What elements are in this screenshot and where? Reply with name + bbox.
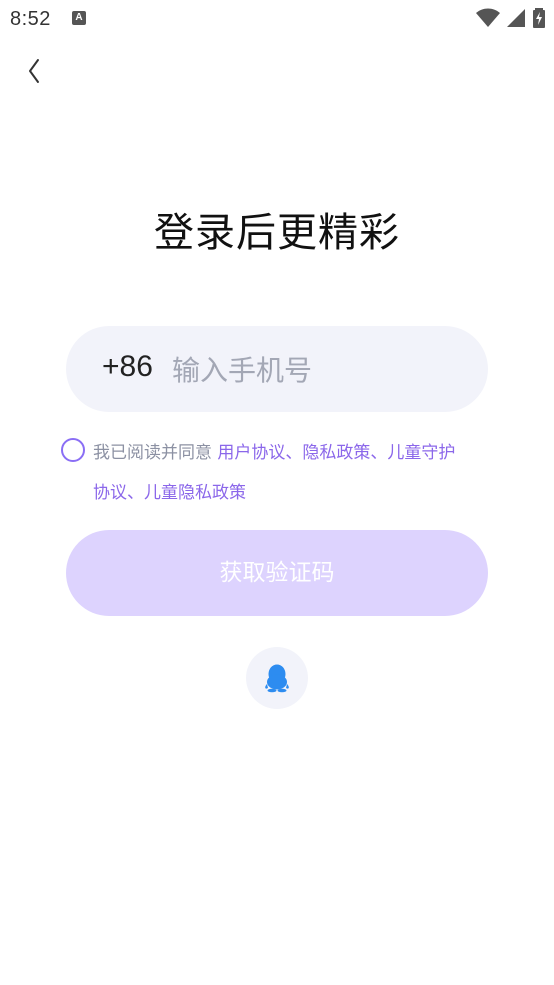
phone-input[interactable] bbox=[170, 346, 464, 394]
agreement-line-2: 协议、儿童隐私政策 bbox=[93, 481, 246, 505]
page-title: 登录后更精彩 bbox=[154, 210, 400, 256]
separator: 、 bbox=[370, 443, 388, 463]
child-privacy-policy-link[interactable]: 儿童隐私政策 bbox=[144, 483, 246, 503]
qq-login-button[interactable] bbox=[246, 647, 308, 709]
a-letter-icon: A bbox=[72, 11, 86, 25]
battery-charging-icon bbox=[533, 8, 545, 28]
child-protection-agreement-link-cont[interactable]: 协议 bbox=[93, 483, 127, 503]
agreement-line-1: 我已阅读并同意 用户协议、隐私政策、儿童守护 bbox=[93, 441, 455, 465]
back-button[interactable] bbox=[20, 54, 52, 90]
phone-input-container[interactable]: +86 bbox=[66, 326, 488, 412]
status-time: 8:52 bbox=[10, 8, 51, 30]
agree-checkbox[interactable] bbox=[61, 438, 85, 462]
get-verification-code-button[interactable]: 获取验证码 bbox=[66, 530, 488, 616]
user-agreement-link[interactable]: 用户协议 bbox=[217, 443, 285, 463]
separator: 、 bbox=[285, 443, 303, 463]
privacy-policy-link[interactable]: 隐私政策 bbox=[302, 443, 370, 463]
separator: 、 bbox=[127, 483, 144, 503]
country-code[interactable]: +86 bbox=[102, 350, 153, 384]
wifi-icon bbox=[475, 8, 500, 27]
qq-penguin-icon bbox=[265, 664, 289, 693]
status-bar: 8:52 A bbox=[0, 0, 554, 40]
signal-icon bbox=[506, 9, 525, 27]
status-icons bbox=[475, 8, 546, 28]
chevron-left-icon bbox=[29, 59, 39, 83]
child-protection-agreement-link[interactable]: 儿童守护 bbox=[387, 443, 455, 463]
agreement-prefix: 我已阅读并同意 bbox=[93, 443, 218, 463]
